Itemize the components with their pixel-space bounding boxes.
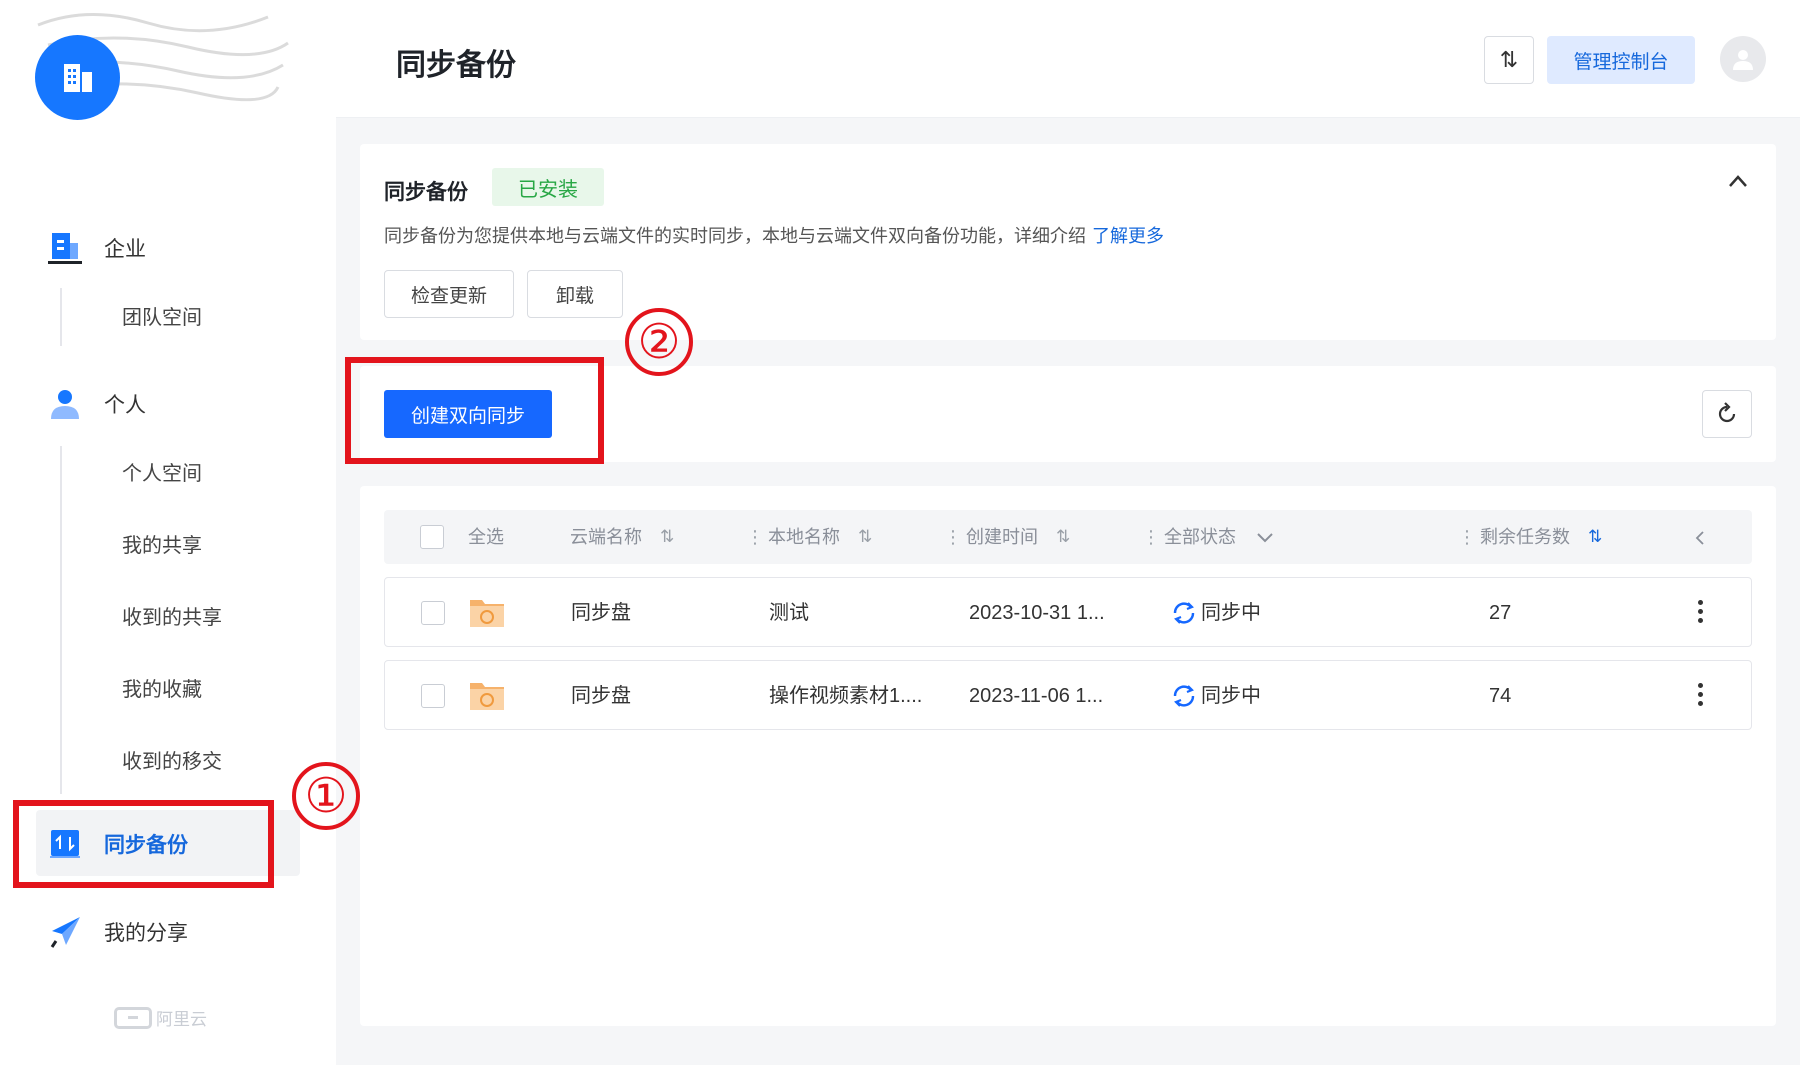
nav-my-favorites[interactable]: 我的收藏 [122,675,202,705]
paper-plane-icon [50,917,80,948]
check-update-button[interactable]: 检查更新 [384,270,514,318]
cell-status: 同步中 [1171,661,1261,731]
more-options-icon[interactable] [1698,600,1703,623]
sort-toggle-button[interactable]: ⇅ [1484,36,1534,84]
nav-enterprise[interactable]: 企业 [48,228,146,268]
column-status-filter[interactable]: ⋮ 全部状态 [1142,510,1274,564]
column-local-name[interactable]: ⋮ 本地名称 ⇅ [746,510,872,564]
column-resize-handle[interactable]: ⋮ [1142,510,1160,564]
sync-task-table: 全选 云端名称 ⇅ ⋮ 本地名称 ⇅ ⋮ 创建时间 ⇅ ⋮ 全部状态 ⋮ 剩余任务数 ⇅ 同步盘… [360,486,1776,1026]
column-cloud-name-label: 云端名称 [570,527,642,547]
avatar[interactable] [1720,36,1766,82]
column-remaining-tasks-label: 剩余任务数 [1480,527,1570,547]
column-resize-handle[interactable]: ⋮ [1458,510,1476,564]
more-options-icon[interactable] [1698,683,1703,706]
user-icon [51,390,79,419]
nav-received-shares[interactable]: 收到的共享 [122,603,222,633]
sync-folder-icon [470,600,504,627]
table-header: 全选 云端名称 ⇅ ⋮ 本地名称 ⇅ ⋮ 创建时间 ⇅ ⋮ 全部状态 ⋮ 剩余任务数 ⇅ [384,510,1752,564]
refresh-button[interactable] [1702,390,1752,438]
plugin-title: 同步备份 [384,181,468,204]
page-title: 同步备份 [396,49,516,82]
cell-remaining-tasks: 74 [1489,685,1512,707]
annotation-box-sync-backup [13,800,274,888]
cell-local-name: 操作视频素材1.... [769,685,923,707]
column-cloud-name[interactable]: 云端名称 ⇅ [570,510,674,564]
cell-status-text: 同步中 [1201,602,1261,624]
sort-icon[interactable]: ⇅ [660,510,674,564]
nav-team-space[interactable]: 团队空间 [122,303,202,333]
row-checkbox[interactable] [421,601,445,625]
admin-console-button[interactable]: 管理控制台 [1547,36,1695,84]
plugin-description-text: 同步备份为您提供本地与云端文件的实时同步，本地与云端文件双向备份功能，详细介绍 [384,226,1086,246]
nav-received-transfers[interactable]: 收到的移交 [122,747,222,777]
cell-status: 同步中 [1171,578,1261,648]
sort-icon[interactable]: ⇅ [858,510,872,564]
footer-brand: 阿里云 [114,1005,207,1030]
annotation-step-1: ① [292,762,360,830]
aliyun-logo-icon [114,1006,152,1029]
cell-local-name: 测试 [769,602,809,624]
chevron-down-icon [1257,533,1273,543]
cell-created-time: 2023-11-06 1... [969,685,1104,707]
sort-icon[interactable]: ⇅ [1056,510,1070,564]
column-created-time-label: 创建时间 [966,527,1038,547]
footer-brand-text: 阿里云 [156,1010,207,1029]
installed-badge: 已安装 [492,168,604,206]
column-created-time[interactable]: ⋮ 创建时间 ⇅ [944,510,1070,564]
select-all-label: 全选 [468,527,504,547]
column-status-label: 全部状态 [1164,527,1236,547]
cell-cloud-name: 同步盘 [571,602,631,624]
chevron-left-icon[interactable] [1694,530,1706,546]
nav-my-share[interactable]: 我的分享 [50,912,188,952]
learn-more-link[interactable]: 了解更多 [1092,226,1164,246]
sync-folder-icon [470,683,504,710]
column-resize-handle[interactable]: ⋮ [746,510,764,564]
syncing-icon [1173,685,1195,707]
annotation-step-2: ② [625,308,693,376]
nav-personal-space[interactable]: 个人空间 [122,459,202,489]
tree-line [60,288,62,346]
cell-status-text: 同步中 [1201,685,1261,707]
sort-icon[interactable]: ⇅ [1588,510,1602,564]
refresh-icon [1718,402,1736,423]
uninstall-button[interactable]: 卸载 [527,270,623,318]
chevron-up-icon[interactable] [1728,174,1748,188]
logo-building-icon[interactable] [35,35,120,120]
nav-personal[interactable]: 个人 [48,384,146,424]
syncing-icon [1173,602,1195,624]
table-row[interactable]: 同步盘 操作视频素材1.... 2023-11-06 1... 同步中 74 [384,660,1752,730]
nav-my-share-label: 我的分享 [104,922,188,945]
tree-line [60,446,62,794]
nav-enterprise-label: 企业 [104,238,146,261]
cell-remaining-tasks: 27 [1489,602,1512,624]
user-avatar-icon [1733,50,1753,70]
sort-icon: ⇅ [1499,47,1519,72]
column-remaining-tasks[interactable]: ⋮ 剩余任务数 ⇅ [1458,510,1602,564]
nav-my-shares[interactable]: 我的共享 [122,531,202,561]
column-resize-handle[interactable]: ⋮ [944,510,962,564]
select-all-checkbox[interactable] [420,525,444,549]
sidebar: 企业 团队空间 个人 个人空间 我的共享 收到的共享 我的收藏 收到的移交 同步… [0,0,336,1065]
nav-personal-label: 个人 [104,394,146,417]
row-checkbox[interactable] [421,684,445,708]
annotation-box-create [345,357,604,464]
column-local-name-label: 本地名称 [768,527,840,547]
top-header: 同步备份 ⇅ 管理控制台 [336,0,1800,118]
plugin-info-card: 同步备份 已安装 同步备份为您提供本地与云端文件的实时同步，本地与云端文件双向备… [360,144,1776,340]
table-row[interactable]: 同步盘 测试 2023-10-31 1... 同步中 27 [384,577,1752,647]
enterprise-icon [48,233,82,264]
plugin-description: 同步备份为您提供本地与云端文件的实时同步，本地与云端文件双向备份功能，详细介绍了… [384,222,1164,248]
cell-cloud-name: 同步盘 [571,685,631,707]
cell-created-time: 2023-10-31 1... [969,602,1105,624]
